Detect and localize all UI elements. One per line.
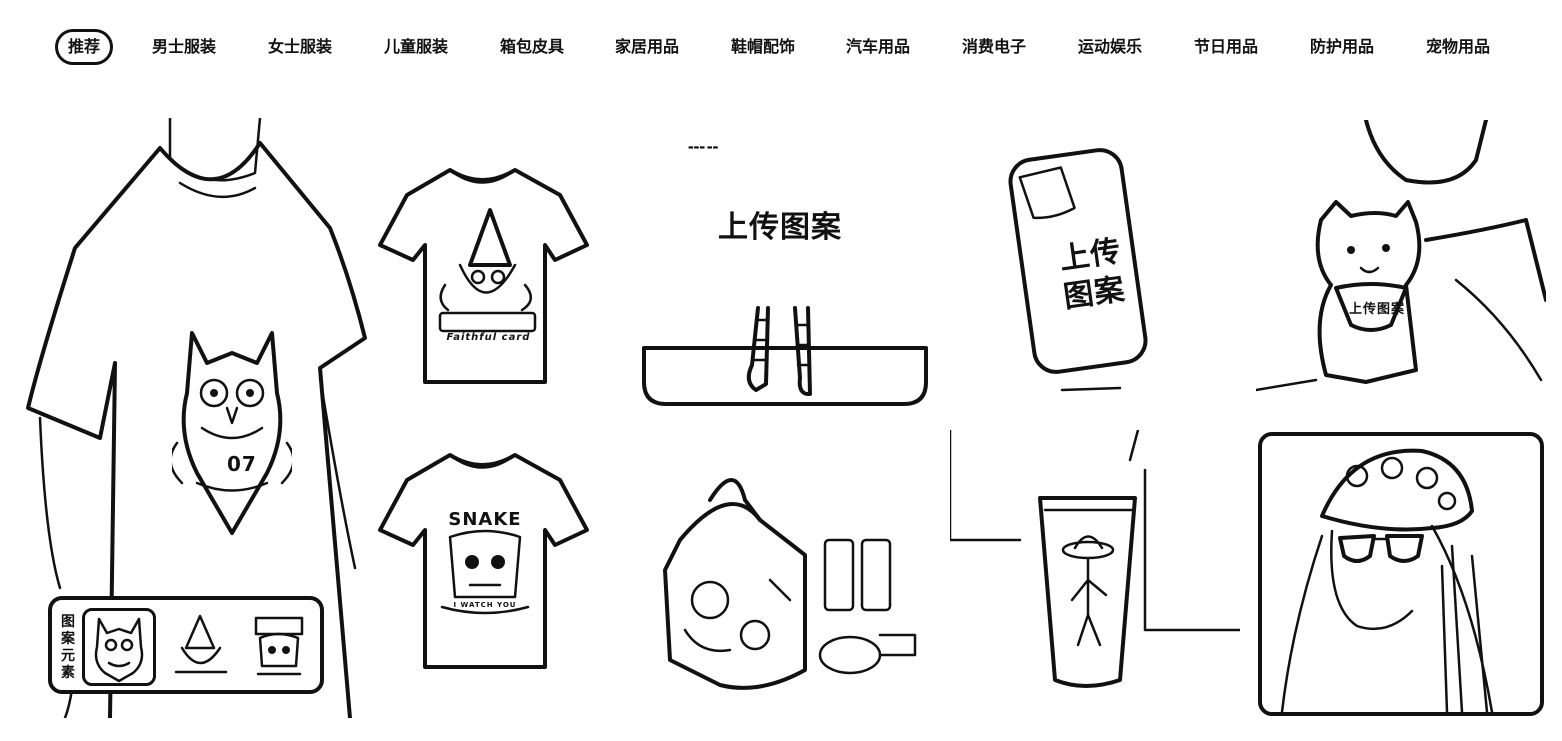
pattern-element-picker: 图 案 元 素	[48, 596, 324, 694]
nav-tab-mens-clothing[interactable]: 男士服装	[152, 30, 216, 64]
gnome-print-text: Faithful card	[446, 332, 531, 343]
dog-and-owner-scene	[1256, 120, 1546, 392]
socks-upload-label: 上传图案	[718, 210, 842, 245]
pet-bandana-label: 上传图案	[1348, 302, 1405, 317]
pattern-option-skull[interactable]	[242, 608, 316, 686]
nav-tab-protective[interactable]: 防护用品	[1310, 30, 1374, 64]
owl-print-icon	[94, 617, 144, 683]
nav-tab-pets[interactable]: 宠物用品	[1426, 30, 1490, 64]
nav-tab-auto-supplies[interactable]: 汽车用品	[846, 30, 910, 64]
socks-upload-tile[interactable]: ▬▬▬ ▬▬ 上传图案	[640, 120, 930, 410]
tshirt-skull-tile[interactable]: SNAKE I WATCH YOU	[375, 445, 590, 675]
gnome-print-icon	[174, 614, 228, 674]
category-nav: 推荐 男士服装 女士服装 儿童服装 箱包皮具 家居用品 鞋帽配饰 汽车用品 消费…	[0, 0, 1562, 90]
nav-tab-sports[interactable]: 运动娱乐	[1078, 30, 1142, 64]
owl-print-icon	[172, 331, 292, 535]
nav-tab-womens-clothing[interactable]: 女士服装	[268, 30, 332, 64]
tote-bag-scene	[663, 478, 917, 690]
skull-print-icon	[254, 616, 304, 676]
pattern-option-owl[interactable]	[82, 608, 156, 686]
phone-case-upload-tile[interactable]: 上传 图案	[950, 120, 1240, 410]
tumbler-cup-scene	[950, 430, 1240, 688]
skull-print-subtitle: I WATCH YOU	[453, 601, 517, 609]
nav-tab-electronics[interactable]: 消费电子	[962, 30, 1026, 64]
skull-print-title: SNAKE	[448, 509, 522, 530]
nav-tab-bags-leather[interactable]: 箱包皮具	[500, 30, 564, 64]
pattern-option-gnome[interactable]	[164, 608, 238, 686]
tumbler-cup-tile[interactable]	[950, 430, 1240, 695]
gnome-print-icon	[438, 208, 537, 333]
pet-bandana-upload-tile[interactable]: 上传图案	[1256, 120, 1546, 410]
tiny-brand-print: ▬▬▬ ▬▬	[688, 144, 719, 151]
picker-label: 图 案 元 素	[61, 614, 75, 681]
tote-bag-tile[interactable]	[640, 460, 930, 710]
nav-tab-shoes-hats[interactable]: 鞋帽配饰	[731, 30, 795, 64]
nav-tab-recommended[interactable]: 推荐	[55, 29, 114, 65]
tshirt-gnome-tile[interactable]: Faithful card	[375, 160, 590, 390]
shirt-print-number: 07	[227, 452, 257, 476]
woman-bucket-hat-scene	[1280, 448, 1494, 712]
nav-tab-holiday[interactable]: 节日用品	[1194, 30, 1258, 64]
nav-tab-kids-clothing[interactable]: 儿童服装	[384, 30, 448, 64]
nav-tab-home-goods[interactable]: 家居用品	[615, 30, 679, 64]
socks-scene	[642, 306, 928, 406]
bucket-hat-tile[interactable]	[1258, 432, 1544, 716]
